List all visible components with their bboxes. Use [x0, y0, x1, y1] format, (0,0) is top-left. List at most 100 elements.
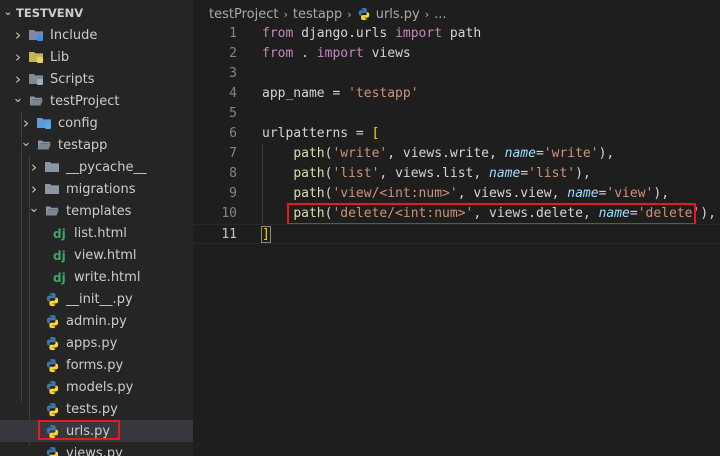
code-text: path('list', views.list, name='list'),: [262, 164, 591, 184]
tree-item[interactable]: ⌄ testProject: [0, 90, 193, 112]
breadcrumb-item-project[interactable]: testProject: [209, 7, 278, 22]
code-text: app_name = 'testapp': [262, 84, 419, 104]
folder-include-icon: [28, 27, 44, 43]
code-token: app_name =: [262, 86, 349, 101]
code-text: from . import views: [262, 44, 411, 64]
code-line[interactable]: 1 from django.urls import path: [193, 24, 720, 44]
code-token: ),: [575, 166, 591, 181]
code-token: path: [442, 26, 482, 41]
tree-item-label: config: [58, 115, 98, 131]
line-number: 6: [229, 126, 237, 141]
python-icon: [44, 313, 60, 329]
line-number: 9: [229, 186, 237, 201]
indent-guide: [29, 156, 30, 446]
line-number: 11: [221, 227, 237, 242]
code-token: from: [262, 26, 294, 41]
code-token: name: [567, 186, 599, 201]
chevron-right-icon: ›: [15, 26, 21, 44]
code-token: , views.view,: [457, 186, 568, 201]
svg-text:dj: dj: [53, 271, 66, 285]
folder-lib-icon: [28, 49, 44, 65]
tree-item-label: list.html: [74, 225, 127, 241]
tree-item-label: tests.py: [66, 401, 118, 417]
python-icon: [44, 379, 60, 395]
highlight-box: [38, 420, 120, 440]
chevron-right-icon: ›: [283, 7, 288, 21]
code-line[interactable]: 10 path('delete/<int:num>', views.delete…: [193, 203, 720, 225]
svg-text:dj: dj: [53, 249, 66, 263]
svg-text:dj: dj: [53, 227, 66, 241]
highlight-box: [287, 203, 696, 225]
code-line[interactable]: 4 app_name = 'testapp': [193, 84, 720, 104]
breadcrumb-item-file[interactable]: urls.py: [376, 7, 420, 22]
code-line[interactable]: 7 path('write', views.write, name='write…: [193, 144, 720, 164]
tree-item[interactable]: ⌄ testapp: [0, 134, 193, 156]
tree-item[interactable]: › Include: [0, 24, 193, 46]
code-token: views: [363, 46, 411, 61]
tree-item-label: __init__.py: [66, 291, 133, 307]
tree-item-label: Lib: [50, 49, 70, 65]
breadcrumb-item-app[interactable]: testapp: [293, 7, 342, 22]
code-line[interactable]: 3: [193, 64, 720, 84]
tree-item-label: write.html: [74, 269, 141, 285]
tree-item[interactable]: › Lib: [0, 46, 193, 68]
code-token: ),: [700, 206, 716, 221]
tree-item-label: templates: [66, 203, 132, 219]
tree-item[interactable]: › Scripts: [0, 68, 193, 90]
line-number: 1: [229, 26, 237, 41]
code-token: [: [371, 126, 380, 141]
chevron-right-icon: ›: [347, 7, 352, 21]
tree-item-label: testapp: [58, 137, 108, 153]
django-icon: dj: [52, 269, 68, 285]
code-token: from: [262, 46, 294, 61]
python-icon: [44, 445, 60, 456]
tree-item[interactable]: › config: [0, 112, 193, 134]
python-icon: [44, 335, 60, 351]
chevron-down-icon: ⌄: [3, 7, 13, 18]
code-token: import: [395, 26, 443, 41]
code-token: =: [520, 166, 529, 181]
tree-item-label: __pycache__: [66, 159, 147, 175]
code-text: from django.urls import path: [262, 24, 481, 44]
code-line[interactable]: 6 urlpatterns = [: [193, 124, 720, 144]
code-token: path: [293, 146, 325, 161]
editor-pane: testProject › testapp › urls.py › ... 1 f…: [193, 0, 720, 456]
breadcrumb-item-more[interactable]: ...: [434, 7, 446, 22]
explorer-sidebar: ⌄ TESTVENV › Include › Lib › Scripts ⌄ testProj…: [0, 0, 193, 456]
explorer-header[interactable]: ⌄ TESTVENV: [0, 0, 193, 26]
workspace-title: TESTVENV: [16, 6, 84, 20]
folder-open-icon: [44, 203, 60, 219]
python-icon: [44, 401, 60, 417]
code-line[interactable]: 11]: [193, 224, 720, 244]
code-token: 'list': [332, 166, 380, 181]
tree-item-label: testProject: [50, 93, 120, 109]
code-line[interactable]: 8 path('list', views.list, name='list'),: [193, 164, 720, 184]
code-token: path: [293, 186, 325, 201]
code-token: =: [535, 146, 544, 161]
django-icon: dj: [52, 225, 68, 241]
code-line[interactable]: 5: [193, 104, 720, 124]
tree-item-label: admin.py: [66, 313, 127, 329]
tree-item-label: Scripts: [50, 71, 95, 87]
folder-icon: [44, 181, 60, 197]
django-icon: dj: [52, 247, 68, 263]
code-token: , views.write,: [387, 146, 505, 161]
code-token: name: [504, 146, 536, 161]
line-number: 5: [229, 106, 237, 121]
code-token: , views.list,: [379, 166, 489, 181]
tree-item-label: Include: [50, 27, 98, 43]
indent-guide: [262, 144, 263, 224]
chevron-right-icon: ›: [15, 70, 21, 88]
code-line[interactable]: 2 from . import views: [193, 44, 720, 64]
line-number: 3: [229, 66, 237, 81]
python-icon: [357, 7, 371, 21]
code-line[interactable]: 9 path('view/<int:num>', views.view, nam…: [193, 184, 720, 204]
line-number: 10: [221, 206, 237, 221]
chevron-right-icon: ›: [424, 7, 430, 21]
code-token: 'view': [606, 186, 654, 201]
folder-config-icon: [36, 115, 52, 131]
code-text: urlpatterns = [: [262, 124, 379, 144]
folder-scripts-icon: [28, 71, 44, 87]
